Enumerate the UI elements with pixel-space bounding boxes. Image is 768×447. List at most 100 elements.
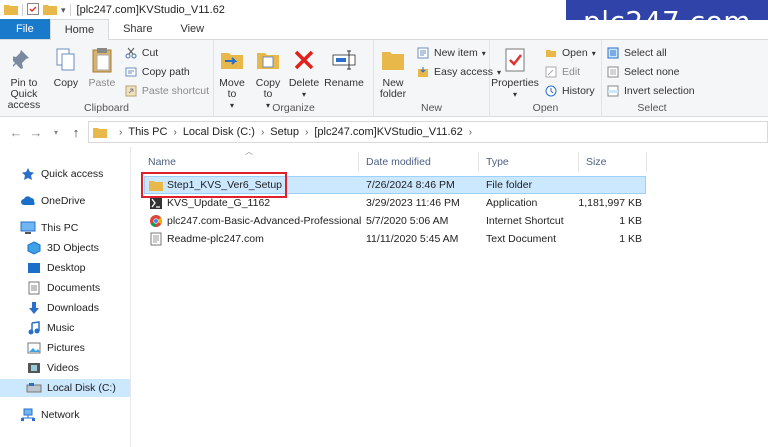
sidebar-item-downloads[interactable]: Downloads [26,299,99,317]
table-row[interactable]: Step1_KVS_Ver6_Setup 7/26/2024 8:46 PM F… [144,176,646,194]
select-none-label: Select none [624,66,680,78]
copy-path-button[interactable]: Copy path [120,63,213,81]
invert-selection-icon [606,84,620,98]
invert-selection-label: Invert selection [624,85,695,97]
sidebar-item-onedrive[interactable]: OneDrive [20,192,85,210]
new-folder-icon [377,44,409,76]
select-none-button[interactable]: Select none [602,63,699,81]
music-note-icon [26,321,42,335]
sidebar-item-network[interactable]: Network [20,406,80,424]
tab-view[interactable]: View [166,19,218,39]
breadcrumb-current-folder[interactable]: [plc247.com]KVStudio_V11.62 [314,126,462,138]
tab-home[interactable]: Home [49,19,110,40]
sidebar-item-label: Quick access [41,168,104,180]
edit-button[interactable]: Edit [540,63,600,81]
download-arrow-icon [26,301,42,315]
file-list: Name ︿ Date modified Type Size Step1_KVS… [132,147,768,447]
application-icon [149,196,163,210]
star-icon [20,167,36,181]
new-group: New folder New item ▾ Easy access ▾ New [374,40,501,117]
sidebar-item-label: Documents [47,282,101,294]
easy-access-icon [416,65,430,79]
file-name: Readme-plc247.com [167,233,264,245]
sidebar-item-pictures[interactable]: Pictures [26,339,85,357]
up-arrow-icon[interactable]: ↑ [66,122,86,142]
sidebar-item-music[interactable]: Music [26,319,74,337]
file-date: 11/11/2020 5:45 AM [366,233,459,245]
table-row[interactable]: Readme-plc247.com 11/11/2020 5:45 AM Tex… [144,230,646,248]
file-size: 1 KB [619,215,642,227]
column-divider[interactable] [646,152,647,172]
desktop-icon [26,261,42,275]
file-name-cell: KVS_Update_G_1162 [149,196,270,210]
cloud-icon [20,194,36,208]
breadcrumb-setup[interactable]: Setup [270,126,299,138]
breadcrumb-local-disk[interactable]: Local Disk (C:) [183,126,255,138]
file-size: 1,181,997 KB [578,197,642,209]
pin-icon [8,44,40,76]
column-divider[interactable] [478,152,479,172]
clipboard-group: Pin to Quick access Copy Paste Cut Copy … [0,40,214,117]
column-divider[interactable] [358,152,359,172]
delete-x-icon [288,44,320,76]
column-header-date[interactable]: Date modified [366,154,431,170]
sidebar-item-3d-objects[interactable]: 3D Objects [26,239,99,257]
back-arrow-icon[interactable]: ← [6,122,26,142]
drive-icon [26,381,42,395]
copy-icon [50,44,82,76]
clipboard-group-label: Clipboard [84,102,129,114]
sidebar-item-label: Pictures [47,342,85,354]
address-bar[interactable]: › This PC › Local Disk (C:) › Setup › [p… [88,121,768,143]
column-header-size[interactable]: Size [586,154,606,170]
file-type: Internet Shortcut [486,215,564,227]
sidebar-item-label: 3D Objects [47,242,99,254]
folder-icon [93,126,107,138]
forward-arrow-icon[interactable]: → [26,122,46,142]
sidebar-item-label: Local Disk (C:) [47,382,116,394]
cut-button[interactable]: Cut [120,44,213,62]
breadcrumb-separator-icon: › [173,126,177,138]
rename-label: Rename [324,77,364,89]
table-row[interactable]: KVS_Update_G_1162 3/29/2023 11:46 PM App… [144,194,646,212]
open-folder-icon [544,46,558,60]
select-all-button[interactable]: Select all [602,44,699,62]
tab-file[interactable]: File [0,19,50,39]
sidebar-item-local-disk[interactable]: Local Disk (C:) [0,379,130,397]
history-button[interactable]: History [540,82,600,100]
file-name-cell: Step1_KVS_Ver6_Setup [149,178,282,192]
tab-share[interactable]: Share [109,19,166,39]
column-divider[interactable] [578,152,579,172]
qat-dropdown-icon[interactable]: ▾ [61,5,66,16]
paste-shortcut-button[interactable]: Paste shortcut [120,82,213,100]
navigation-bar: ← → ▾ ↑ › This PC › Local Disk (C:) › Se… [0,117,768,147]
column-header-type[interactable]: Type [486,154,509,170]
sidebar-item-documents[interactable]: Documents [26,279,100,297]
recent-dropdown-icon[interactable]: ▾ [46,122,66,142]
sidebar-item-desktop[interactable]: Desktop [26,259,86,277]
properties-check-icon[interactable] [27,2,39,18]
file-date: 7/26/2024 8:46 PM [366,179,455,191]
column-header-name[interactable]: Name [148,154,176,170]
sidebar-item-quick-access[interactable]: Quick access [20,165,103,183]
open-group: Properties ▾ Open ▾ Edit History Open [490,40,602,117]
edit-label: Edit [562,66,581,78]
open-button[interactable]: Open ▾ [540,44,600,62]
breadcrumb-this-pc[interactable]: This PC [128,126,167,138]
cut-label: Cut [141,47,159,59]
breadcrumb-separator-icon: › [260,126,265,138]
table-row[interactable]: plc247.com-Basic-Advanced-Professional 5… [144,212,646,230]
copy-path-icon [124,65,138,79]
clipboard-icon [86,44,118,76]
organize-group: Move to ▾ Copy to ▾ Delete ▾ Rename Orga… [214,40,374,117]
sidebar-item-label: Music [47,322,75,334]
sidebar-item-label: Downloads [47,302,99,314]
sidebar-item-this-pc[interactable]: This PC [20,219,78,237]
column-header-label: Date modified [366,156,431,168]
sidebar-item-videos[interactable]: Videos [26,359,79,377]
breadcrumb-separator-icon: › [305,126,309,138]
rename-icon [328,44,360,76]
new-folder-qat-icon[interactable] [43,3,57,18]
move-to-label: Move to [219,77,245,100]
invert-selection-button[interactable]: Invert selection [602,82,699,100]
file-size: 1 KB [619,233,642,245]
